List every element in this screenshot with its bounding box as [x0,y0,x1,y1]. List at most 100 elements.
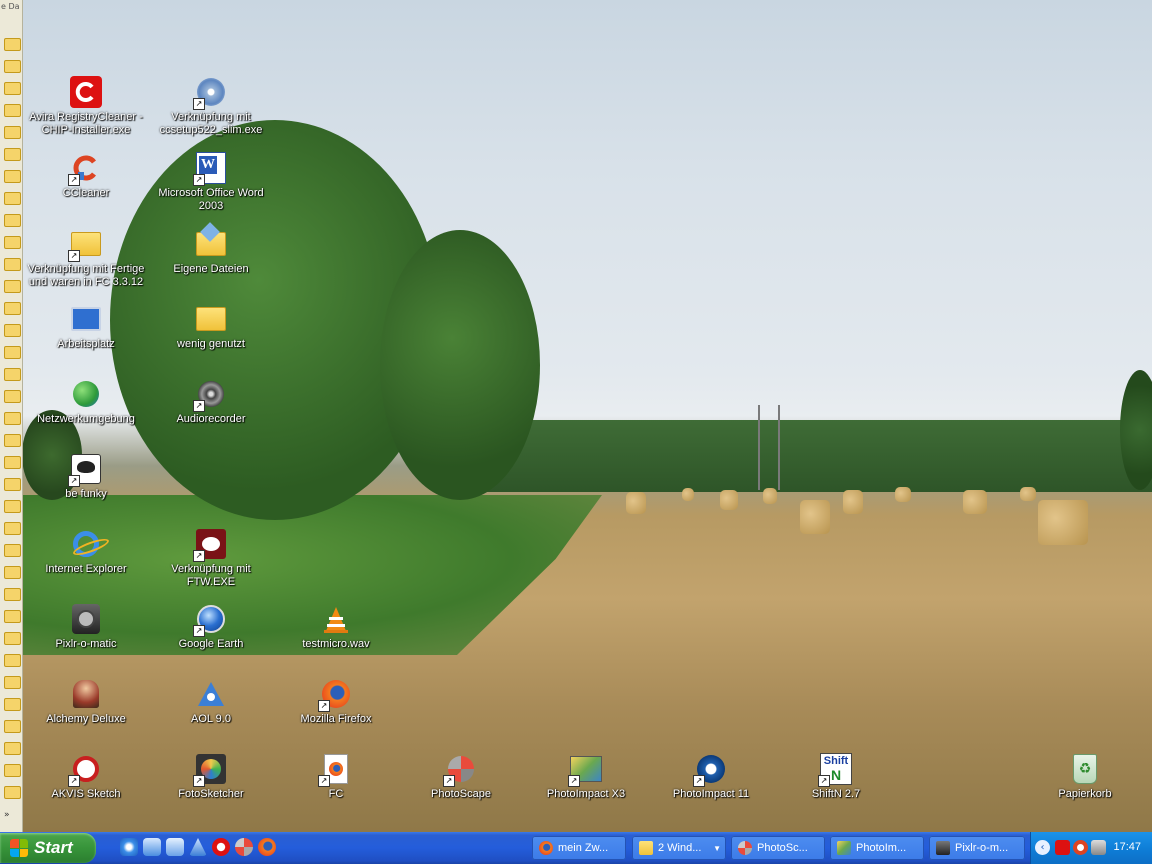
side-toolbar-folder-button[interactable] [4,214,21,227]
start-button[interactable]: Start [0,833,96,863]
desktop-icon-photoimpact-11[interactable]: ↗ PhotoImpact 11 [649,753,773,801]
desktop-icon-internet-explorer[interactable]: Internet Explorer [24,528,148,576]
side-toolbar-folder-button[interactable] [4,434,21,447]
side-toolbar-folder-button[interactable] [4,786,21,799]
desktop-icon-ccsetup[interactable]: ↗ Verknüpfung mit ccsetup522_slim.exe [149,76,273,137]
side-toolbar-folder-button[interactable] [4,60,21,73]
avira-icon[interactable] [1055,840,1070,855]
side-toolbar-folder-button[interactable] [4,104,21,117]
system-tray: ‹ 17:47 [1030,832,1152,864]
side-toolbar-folder-button[interactable] [4,720,21,733]
outlook-express-icon[interactable] [166,838,184,856]
ccleaner-icon: ↗ [68,152,102,186]
firefox-icon [539,841,553,855]
taskbar-button-photoscape[interactable]: PhotoSc... [731,836,825,860]
chevron-down-icon: ▼ [713,843,721,853]
safely-remove-icon[interactable] [1091,840,1106,855]
wallpaper-treeline [480,420,1152,492]
side-toolbar-folder-button[interactable] [4,82,21,95]
desktop-icon-fotosketcher[interactable]: ↗ FotoSketcher [149,753,273,801]
side-toolbar-more-button[interactable]: » [4,810,10,820]
side-toolbar-folder-button[interactable] [4,544,21,557]
taskbar-button-windows-group[interactable]: 2 Wind... ▼ [632,836,726,860]
ccleaner-tray-icon[interactable] [1073,840,1088,855]
taskbar-button-photoimpact[interactable]: PhotoIm... [830,836,924,860]
desktop-icon-fertige-waren-fc[interactable]: ↗ Verknüpfung mit Fertige und waren in F… [24,228,148,289]
desktop-icon-label: testmicro.wav [302,638,370,650]
side-toolbar-folder-button[interactable] [4,764,21,777]
side-toolbar-folder-button[interactable] [4,610,21,623]
desktop-icon-label: Netzwerkumgebung [37,413,135,425]
wallpaper-hay-bale [626,492,646,514]
desktop-icon-avira-registrycleaner[interactable]: Avira RegistryCleaner - CHIP-Installer.e… [24,76,148,137]
side-toolbar-folder-button[interactable] [4,302,21,315]
firefox-icon[interactable] [258,838,276,856]
desktop-icon-netzwerkumgebung[interactable]: Netzwerkumgebung [24,378,148,426]
taskbar-button-firefox[interactable]: mein Zw... [532,836,626,860]
desktop-icon-google-earth[interactable]: ↗ Google Earth [149,603,273,651]
side-toolbar-folder-button[interactable] [4,258,21,271]
outlook-icon[interactable] [143,838,161,856]
chip-installer-icon [70,76,102,108]
side-toolbar-folder-button[interactable] [4,236,21,249]
desktop-icon-be-funky[interactable]: ↗ be funky [24,453,148,501]
side-toolbar-folder-button[interactable] [4,170,21,183]
desktop-icon-ftw-exe[interactable]: ↗ Verknüpfung mit FTW.EXE [149,528,273,589]
photoscape-icon[interactable] [235,838,253,856]
desktop-icon-label: Verknüpfung mit FTW.EXE [171,563,251,588]
desktop-icon-pixlr-o-matic[interactable]: Pixlr-o-matic [24,603,148,651]
desktop-icon-papierkorb[interactable]: ♻ Papierkorb [1023,753,1147,801]
side-toolbar-folder-button[interactable] [4,324,21,337]
desktop-icon-eigene-dateien[interactable]: Eigene Dateien [149,222,273,276]
chip-icon[interactable] [212,838,230,856]
side-toolbar-folder-button[interactable] [4,390,21,403]
desktop-icon-word-2003[interactable]: W ↗ Microsoft Office Word 2003 [149,152,273,213]
side-toolbar-folder-button[interactable] [4,126,21,139]
desktop-icon-testmicro-wav[interactable]: testmicro.wav [274,603,398,651]
desktop-icon-wenig-genutzt[interactable]: wenig genutzt [149,303,273,351]
tray-clock[interactable]: 17:47 [1113,841,1141,853]
pixlr-icon [936,841,950,855]
desktop-icon-shiftn[interactable]: Shift N ↗ ShiftN 2.7 [774,753,898,801]
desktop-icon-photoimpact-x3[interactable]: ↗ PhotoImpact X3 [524,753,648,801]
side-toolbar-folder-button[interactable] [4,654,21,667]
desktop-icon-mozilla-firefox[interactable]: ↗ Mozilla Firefox [274,678,398,726]
side-toolbar-folder-button[interactable] [4,478,21,491]
desktop-icon-ccleaner[interactable]: ↗ CCleaner [24,152,148,200]
firefox-icon: ↗ [318,678,352,712]
side-toolbar-folder-button[interactable] [4,632,21,645]
my-documents-icon [195,222,227,260]
side-toolbar-folder-button[interactable] [4,280,21,293]
side-toolbar-folder-button[interactable] [4,588,21,601]
side-toolbar-folder-button[interactable] [4,698,21,711]
side-toolbar-folder-button[interactable] [4,522,21,535]
taskbar-button-pixlr[interactable]: Pixlr-o-m... [929,836,1025,860]
internet-explorer-icon[interactable] [120,838,138,856]
side-toolbar-folder-button[interactable] [4,742,21,755]
shortcut-arrow-icon: ↗ [68,250,80,262]
desktop-icon-arbeitsplatz[interactable]: Arbeitsplatz [24,303,148,351]
side-toolbar-folder-button[interactable] [4,676,21,689]
side-toolbar-folder-button[interactable] [4,192,21,205]
side-toolbar-folder-button[interactable] [4,38,21,51]
shortcut-arrow-icon: ↗ [318,700,330,712]
expand-arrow-icon[interactable]: ‹ [1035,840,1050,855]
side-toolbar-folder-button[interactable] [4,346,21,359]
wallpaper-hay-bale [843,490,863,514]
desktop-icon-aol-9[interactable]: AOL 9.0 [149,678,273,726]
desktop-icon-alchemy-deluxe[interactable]: Alchemy Deluxe [24,678,148,726]
shortcut-arrow-icon: ↗ [68,174,80,186]
desktop-icon-akvis-sketch[interactable]: ↗ AKVIS Sketch [24,753,148,801]
side-toolbar-folder-button[interactable] [4,456,21,469]
side-toolbar-folder-button[interactable] [4,148,21,161]
side-toolbar-folder-button[interactable] [4,566,21,579]
wallpaper-hay-bale [963,490,987,514]
desktop-icon-audiorecorder[interactable]: ↗ Audiorecorder [149,378,273,426]
side-toolbar-folder-button[interactable] [4,500,21,513]
taskbar-button-label: Pixlr-o-m... [955,842,1009,854]
desktop-icon-fc[interactable]: ↗ FC [274,753,398,801]
side-toolbar-folder-button[interactable] [4,368,21,381]
wallpaper-hay-bale [800,500,830,534]
desktop-icon-photoscape[interactable]: ↗ PhotoScape [399,753,523,801]
side-toolbar-folder-button[interactable] [4,412,21,425]
